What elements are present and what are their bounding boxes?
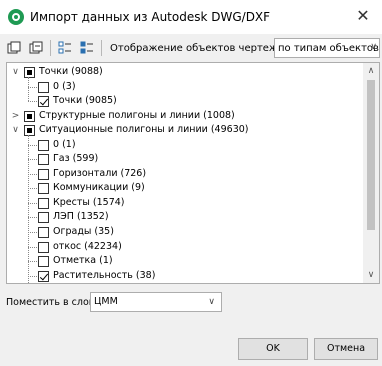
tree-row-label: 0 (3) (53, 80, 76, 92)
tree-connector (28, 217, 37, 219)
scroll-down-icon[interactable]: ∨ (363, 267, 379, 283)
collapse-all-icon[interactable] (28, 40, 44, 56)
tree-row[interactable]: Связь (2783) (7, 283, 363, 284)
tree-connector (28, 144, 37, 146)
tree-row[interactable]: ЛЭП (1352) (7, 210, 363, 225)
title-bar: Импорт данных из Autodesk DWG/DXF ✕ (0, 0, 382, 34)
tree-row-label: Кресты (1574) (53, 196, 125, 208)
tree-connector (28, 86, 37, 88)
dwg-import-icon (8, 9, 24, 25)
tree-checkbox[interactable] (38, 197, 49, 209)
tree-row[interactable]: ∨ Ситуационные полигоны и линии (49630) (7, 123, 363, 138)
display-mode-value: по типам объектов (278, 42, 379, 54)
tree-checkbox[interactable] (38, 96, 49, 108)
scrollbar-thumb[interactable] (367, 80, 375, 230)
tree-connector (28, 202, 37, 204)
tree-row[interactable]: > Структурные полигоны и линии (1008) (7, 109, 363, 124)
tree-connector (28, 261, 37, 263)
tree-row[interactable]: Коммуникации (9) (7, 181, 363, 196)
tree-row[interactable]: Отметка (1) (7, 254, 363, 269)
tree-connector (28, 232, 37, 234)
tree-row-label: Отметка (1) (53, 255, 113, 267)
tree-row-label: Ограды (35) (53, 226, 114, 238)
tree-checkbox[interactable] (38, 227, 49, 239)
tree-connector (28, 77, 29, 102)
tree-row[interactable]: Горизонтали (726) (7, 167, 363, 182)
tree-connector (28, 101, 37, 103)
tree-row[interactable]: откос (42234) (7, 240, 363, 255)
tree-connector (28, 188, 37, 190)
chevron-down-icon[interactable]: ∨ (11, 126, 20, 135)
expand-all-icon[interactable] (6, 40, 22, 56)
tree-checkbox[interactable] (38, 270, 49, 282)
toolbar-separator (50, 40, 51, 56)
tree-checkbox[interactable] (38, 241, 49, 253)
display-mode-label: Отображение объектов чертежа: (110, 42, 288, 54)
tree-row-label: Растительность (38) (53, 269, 156, 281)
tree-row[interactable]: Газ (599) (7, 152, 363, 167)
tree-row[interactable]: 0 (3) (7, 80, 363, 95)
tree-checkbox[interactable] (38, 139, 49, 151)
tree-checkbox[interactable] (38, 168, 49, 180)
tree-row[interactable]: Растительность (38) (7, 269, 363, 283)
check-all-icon[interactable] (57, 40, 73, 56)
target-layer-select[interactable]: ЦММ ∨ (90, 292, 222, 312)
uncheck-all-icon[interactable] (79, 40, 95, 56)
target-layer-value: ЦММ (94, 296, 118, 307)
tree-checkbox[interactable] (38, 256, 49, 268)
tree-row[interactable]: 0 (1) (7, 138, 363, 153)
tree-checkbox[interactable] (24, 110, 35, 122)
tree-row-label: Структурные полигоны и линии (1008) (39, 109, 235, 121)
tree-row[interactable]: Точки (9085) (7, 94, 363, 109)
tree-connector (28, 135, 29, 283)
chevron-down-icon: ∨ (370, 42, 377, 52)
tree-checkbox[interactable] (24, 67, 35, 78)
ok-button[interactable]: OK (238, 338, 308, 360)
display-mode-select[interactable]: по типам объектов ∨ (274, 38, 380, 58)
tree-row-label: Коммуникации (9) (53, 182, 145, 194)
tree-scrollbar[interactable]: ∧ ∨ (363, 63, 379, 283)
tree-checkbox[interactable] (24, 125, 35, 137)
tree-checkbox[interactable] (38, 212, 49, 224)
target-layer-row: Поместить в слой: ЦММ ∨ (6, 292, 222, 312)
tree-connector (28, 275, 37, 277)
tree-checkbox[interactable] (38, 183, 49, 195)
tree-connector (28, 246, 37, 248)
tree-checkbox[interactable] (38, 154, 49, 166)
layer-tree[interactable]: ∨ Точки (9088) 0 (3) Точки (9085) > Структурн… (6, 62, 380, 284)
tree-row-label: ЛЭП (1352) (53, 211, 109, 223)
chevron-right-icon[interactable]: > (11, 111, 20, 121)
tree-row-label: Ситуационные полигоны и линии (49630) (39, 124, 249, 136)
window-title: Импорт данных из Autodesk DWG/DXF (30, 10, 271, 24)
toolbar: Отображение объектов чертежа: по типам о… (0, 36, 382, 60)
tree-row-label: Горизонтали (726) (53, 167, 147, 179)
chevron-down-icon: ∨ (208, 297, 215, 307)
tree-row-label: Точки (9085) (53, 95, 117, 107)
tree-row-label: 0 (1) (53, 138, 76, 150)
tree-connector (28, 173, 37, 175)
tree-row-label: Точки (9088) (39, 66, 103, 77)
target-layer-label: Поместить в слой: (6, 296, 99, 308)
tree-checkbox[interactable] (38, 81, 49, 93)
close-icon[interactable]: ✕ (356, 8, 370, 24)
tree-row[interactable]: Кресты (1574) (7, 196, 363, 211)
scroll-up-icon[interactable]: ∧ (363, 63, 379, 79)
tree-row-label: откос (42234) (53, 240, 122, 252)
cancel-button[interactable]: Отмена (314, 338, 378, 360)
tree-row[interactable]: Ограды (35) (7, 225, 363, 240)
tree-row[interactable]: ∨ Точки (9088) (7, 65, 363, 80)
tree-row-label: Газ (599) (53, 153, 99, 165)
tree-connector (28, 159, 37, 161)
toolbar-separator (101, 40, 102, 56)
chevron-down-icon[interactable]: ∨ (11, 68, 20, 77)
